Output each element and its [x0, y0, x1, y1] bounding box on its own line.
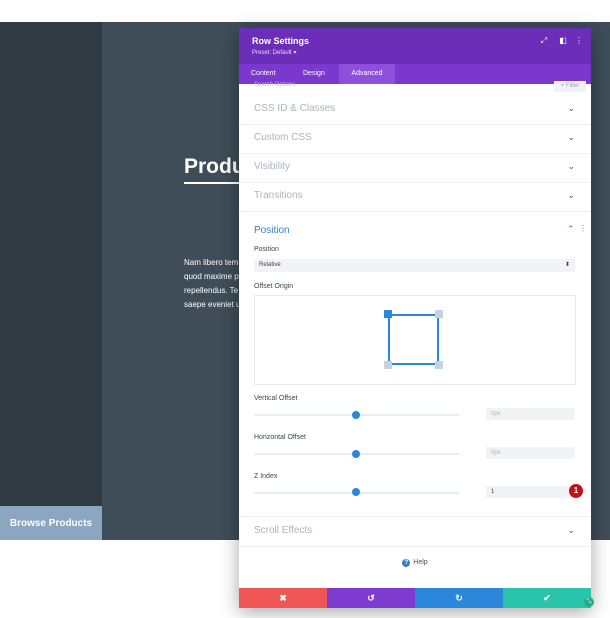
z-index-value: 1: [491, 489, 495, 495]
save-button[interactable]: ✔: [503, 588, 591, 608]
horizontal-offset-slider-handle[interactable]: [352, 450, 360, 458]
tab-bar: Content Design Advanced: [239, 64, 591, 84]
chevron-down-icon: ⌄: [567, 190, 575, 200]
horizontal-offset-field[interactable]: 0px: [486, 447, 575, 459]
section-title: CSS ID & Classes: [254, 103, 336, 114]
vertical-offset-label: Vertical Offset: [254, 395, 298, 402]
background-left-panel: [0, 22, 102, 540]
z-index-label: Z Index: [254, 473, 278, 480]
section-title: Scroll Effects: [254, 525, 313, 536]
select-arrows-icon: ⬍: [564, 262, 570, 268]
preset-selector[interactable]: Preset: Default ▾: [252, 49, 296, 56]
vertical-offset-slider-handle[interactable]: [352, 411, 360, 419]
section-custom-css[interactable]: Custom CSS ⌄: [239, 124, 591, 154]
position-select-value: Relative: [259, 262, 281, 268]
horizontal-offset-value: 0px: [491, 450, 501, 456]
body-text-line: quod maxime p: [184, 272, 239, 281]
section-scroll-effects[interactable]: Scroll Effects ⌄: [239, 516, 591, 547]
z-index-slider-handle[interactable]: [352, 488, 360, 496]
section-css-id-classes[interactable]: CSS ID & Classes ⌄: [239, 95, 591, 125]
search-input[interactable]: Search Options: [254, 82, 295, 88]
section-title: Transitions: [254, 190, 303, 201]
tab-design[interactable]: Design: [303, 64, 325, 84]
origin-handle-bottom-left[interactable]: [384, 361, 392, 369]
chevron-down-icon: ⌄: [567, 161, 575, 171]
help-link[interactable]: ? Help: [239, 559, 591, 567]
section-position-title[interactable]: Position: [254, 225, 290, 236]
chevron-down-icon: ⌄: [567, 132, 575, 142]
offset-origin-label: Offset Origin: [254, 283, 294, 290]
body-text-line: Nam libero tem: [184, 258, 239, 267]
question-icon: ?: [402, 559, 411, 567]
modal-footer: ✖ ↺ ↻ ✔: [239, 588, 591, 608]
undo-button[interactable]: ↺: [327, 588, 415, 608]
section-title: Custom CSS: [254, 132, 312, 143]
body-text-line: repellendus. Te: [184, 286, 239, 295]
modal-title: Row Settings: [252, 36, 310, 46]
more-icon[interactable]: ⋮: [574, 36, 584, 45]
horizontal-offset-label: Horizontal Offset: [254, 434, 307, 441]
tab-content[interactable]: Content: [251, 64, 276, 84]
cancel-button[interactable]: ✖: [239, 588, 327, 608]
section-visibility[interactable]: Visibility ⌄: [239, 153, 591, 183]
filter-button[interactable]: + Filter: [554, 81, 586, 92]
more-icon[interactable]: ⋮: [579, 224, 587, 233]
chevron-up-icon[interactable]: ⌃: [567, 224, 575, 235]
section-title: Visibility: [254, 161, 290, 172]
tab-advanced[interactable]: Advanced: [339, 64, 395, 84]
annotation-badge: 1: [569, 484, 583, 498]
origin-handle-top-left[interactable]: [384, 310, 392, 318]
browse-products-button[interactable]: Browse Products: [0, 506, 102, 540]
resize-handle-icon[interactable]: ⤡: [584, 597, 594, 607]
vertical-offset-value: 0px: [491, 411, 501, 417]
section-transitions[interactable]: Transitions ⌄: [239, 182, 591, 212]
chevron-down-icon: ⌄: [567, 525, 575, 535]
origin-frame: [388, 314, 439, 365]
position-select[interactable]: Relative ⬍: [254, 259, 575, 272]
help-label: Help: [413, 559, 428, 566]
chevron-down-icon: ⌄: [567, 103, 575, 113]
modal-header: Row Settings Preset: Default ▾ ⤢ ◧ ⋮: [239, 28, 591, 64]
heading-underline: [184, 182, 244, 184]
split-view-icon[interactable]: ◧: [558, 36, 568, 45]
redo-button[interactable]: ↻: [415, 588, 503, 608]
row-settings-modal: Row Settings Preset: Default ▾ ⤢ ◧ ⋮ Con…: [239, 28, 591, 608]
origin-handle-top-right[interactable]: [435, 310, 443, 318]
origin-handle-bottom-right[interactable]: [435, 361, 443, 369]
position-label: Position: [254, 246, 279, 253]
z-index-field[interactable]: 1: [486, 486, 575, 498]
search-row: Search Options + Filter: [239, 81, 591, 94]
vertical-offset-field[interactable]: 0px: [486, 408, 575, 420]
expand-icon[interactable]: ⤢: [539, 36, 549, 46]
body-text-line: saepe eveniet u: [184, 300, 241, 309]
